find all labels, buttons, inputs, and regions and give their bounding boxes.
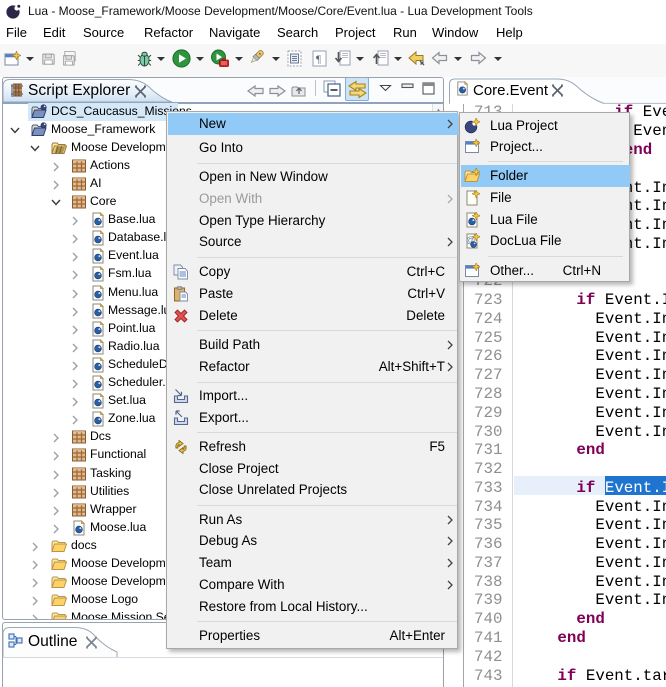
svg-text:¶: ¶ — [316, 54, 321, 66]
